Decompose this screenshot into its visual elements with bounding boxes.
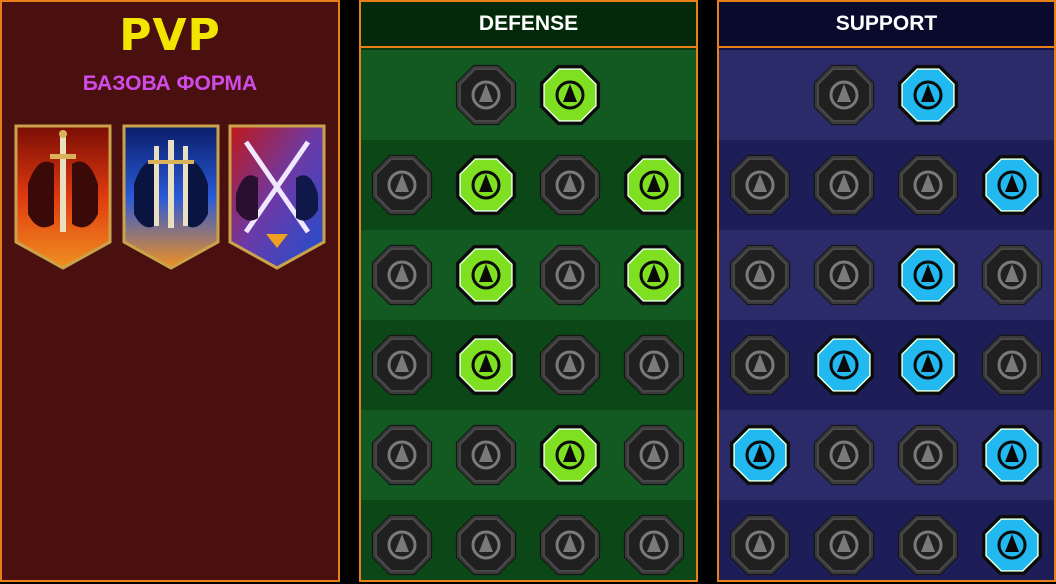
flexing-warrior-icon[interactable] <box>369 242 435 308</box>
defense-panel: DEFENSE <box>359 0 698 582</box>
skill-row <box>719 320 1054 410</box>
hooded-figure-icon[interactable] <box>621 242 687 308</box>
support-panel: SUPPORT <box>717 0 1056 582</box>
skill-row <box>361 320 696 410</box>
twin-figures-icon[interactable] <box>979 242 1045 308</box>
spiked-warrior-icon[interactable] <box>369 512 435 578</box>
dual-blades-icon[interactable] <box>621 152 687 218</box>
flowing-hand-icon[interactable] <box>979 152 1045 218</box>
fist-glyph-icon[interactable] <box>895 512 961 578</box>
skill-row <box>719 500 1054 580</box>
horned-skull-icon[interactable] <box>811 512 877 578</box>
target-hand-icon[interactable] <box>895 62 961 128</box>
shield-arcs-icon[interactable] <box>811 152 877 218</box>
brick-wall-icon[interactable] <box>453 62 519 128</box>
open-palm-icon[interactable] <box>537 332 603 398</box>
heart-hand-icon[interactable] <box>453 152 519 218</box>
claw-marks-icon[interactable] <box>453 422 519 488</box>
hourglass-icon[interactable] <box>453 332 519 398</box>
skill-row <box>361 50 696 140</box>
chevron-shield-icon[interactable] <box>369 152 435 218</box>
angry-face-icon[interactable] <box>979 332 1045 398</box>
potion-flask-icon[interactable] <box>727 512 793 578</box>
heart-skull-icon[interactable] <box>537 242 603 308</box>
all-seeing-eye-icon[interactable] <box>895 422 961 488</box>
skill-row <box>361 500 696 580</box>
winged-shield-icon[interactable] <box>453 512 519 578</box>
pvp-panel: PVP БАЗОВА ФОРМА <box>0 0 340 582</box>
red-knights-banner-icon[interactable] <box>14 124 112 270</box>
support-title: SUPPORT <box>719 2 1054 48</box>
sparkle-figure-icon[interactable] <box>727 242 793 308</box>
heart-plus-icon[interactable] <box>811 62 877 128</box>
grasping-hand-icon[interactable] <box>621 422 687 488</box>
lightning-icon[interactable] <box>811 242 877 308</box>
dash-figure-icon[interactable] <box>369 422 435 488</box>
comet-icon[interactable] <box>811 332 877 398</box>
bull-head-icon[interactable] <box>621 332 687 398</box>
chained-heart-icon[interactable] <box>727 332 793 398</box>
cracked-lightning-icon[interactable] <box>895 242 961 308</box>
crossed-swords-banner-icon[interactable] <box>228 124 326 270</box>
blue-knights-banner-icon[interactable] <box>122 124 220 270</box>
defense-title: DEFENSE <box>361 2 696 48</box>
strongman-icon[interactable] <box>621 512 687 578</box>
smoking-skull-icon[interactable] <box>895 152 961 218</box>
skill-row <box>361 230 696 320</box>
skill-row <box>719 50 1054 140</box>
skill-row <box>719 410 1054 500</box>
glowing-skull-icon[interactable] <box>537 422 603 488</box>
skill-row <box>361 410 696 500</box>
stone-golem-icon[interactable] <box>537 152 603 218</box>
bearded-face-icon[interactable] <box>537 512 603 578</box>
voodoo-doll-icon[interactable] <box>979 422 1045 488</box>
raised-fist-icon[interactable] <box>537 62 603 128</box>
praying-hands-icon[interactable] <box>727 152 793 218</box>
eagle-head-icon[interactable] <box>979 512 1045 578</box>
knight-shield-icon[interactable] <box>453 242 519 308</box>
pvp-title: PVP <box>119 10 221 61</box>
skill-row <box>719 230 1054 320</box>
skill-row <box>361 140 696 230</box>
open-book-icon[interactable] <box>895 332 961 398</box>
base-form-subtitle: БАЗОВА ФОРМА <box>82 72 258 95</box>
boot-icon[interactable] <box>811 422 877 488</box>
skill-row <box>719 140 1054 230</box>
crowd-icon[interactable] <box>369 332 435 398</box>
compass-star-icon[interactable] <box>727 422 793 488</box>
